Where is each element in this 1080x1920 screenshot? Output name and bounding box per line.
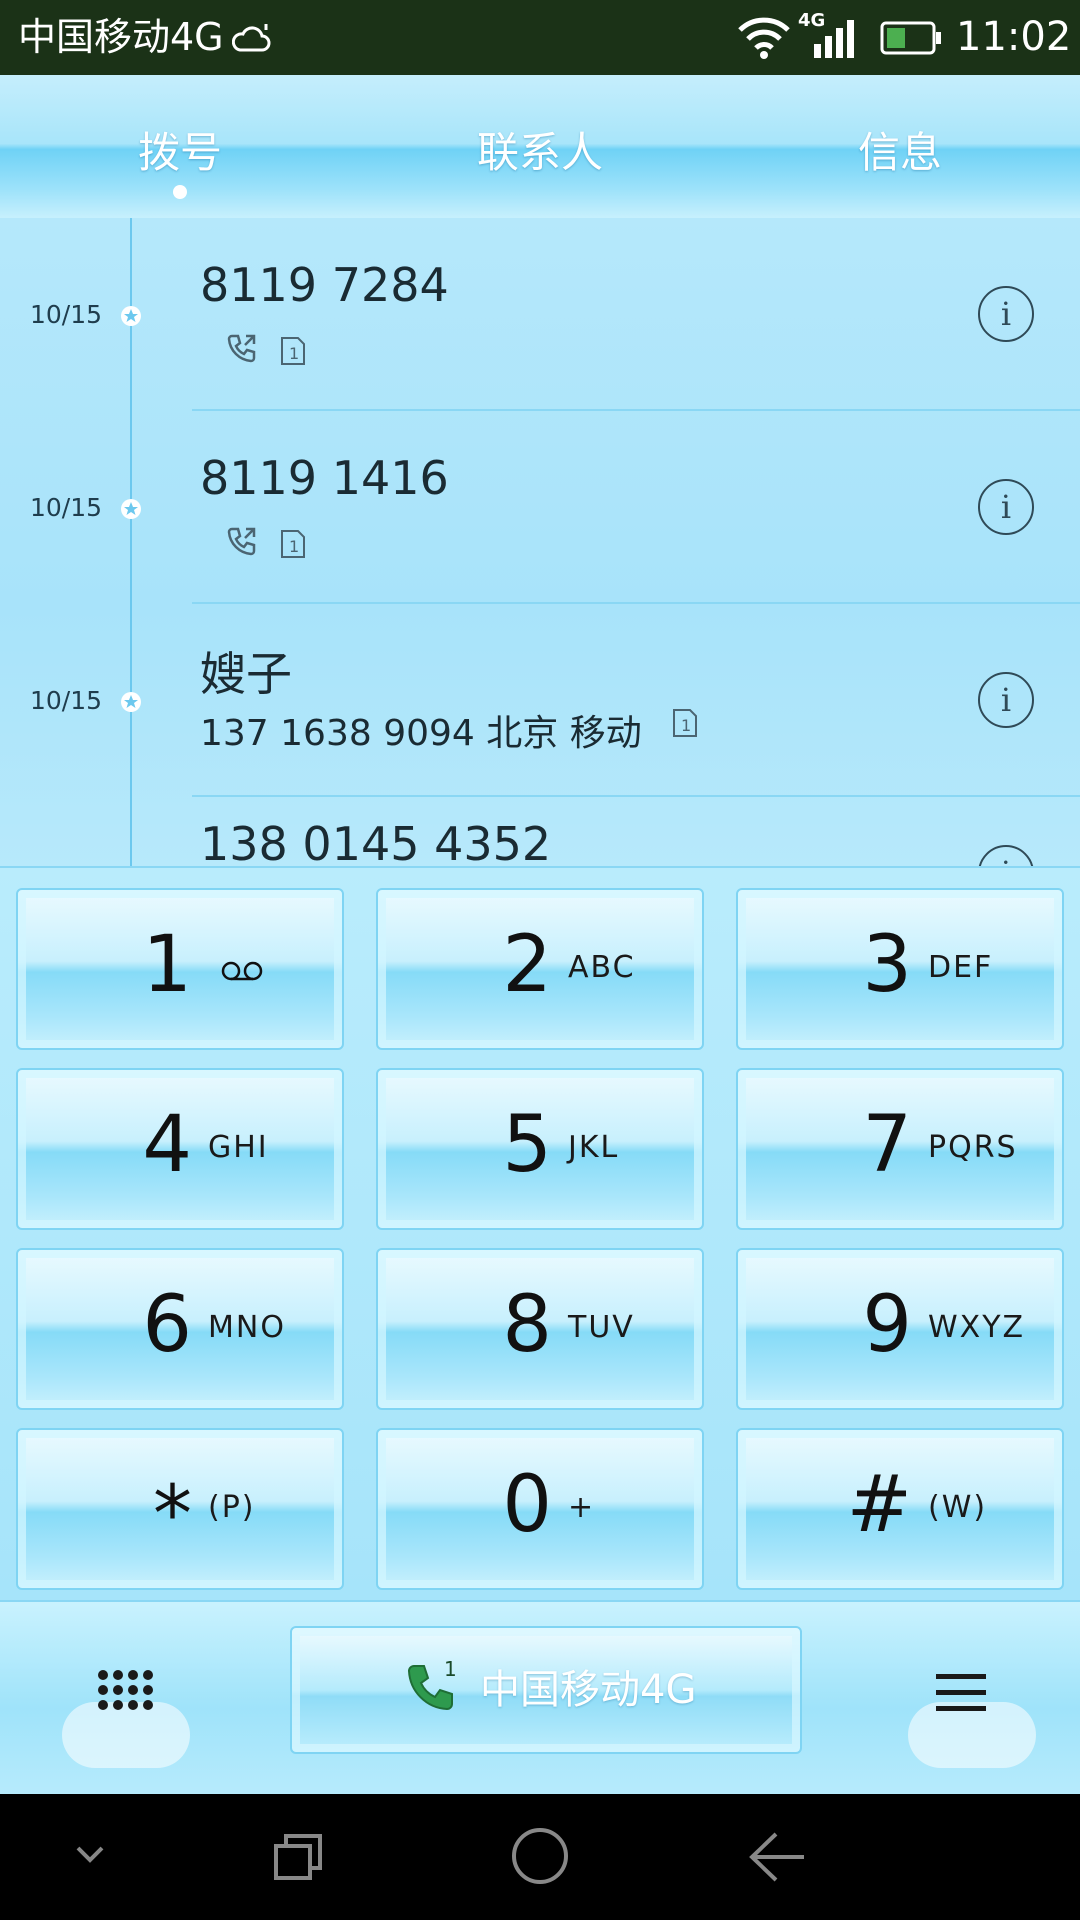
system-navigation-bar [0,1794,1080,1920]
call-date: 10/15 [30,686,103,715]
carrier-label: 中国移动4G [18,15,224,59]
key-digit: 1 [142,920,192,1010]
key-digit: # [846,1460,912,1550]
key-letters: + [568,1490,596,1525]
timeline-star-icon [121,692,141,712]
dial-keypad: 1 2 ABC 3 DEF 4 GHI 5 JKL 7 PQRS 6 MNO 8… [0,866,1080,1602]
key-letters: MNO [208,1310,286,1345]
dialpad-toggle-icon[interactable] [90,1662,160,1732]
key-digit: 7 [862,1100,912,1190]
voicemail-icon [221,961,263,981]
dialer-action-bar: 1 中国移动4G [0,1600,1080,1796]
back-arrow-icon[interactable] [748,1830,808,1884]
outgoing-call-icon [227,334,256,363]
key-7[interactable]: 7 PQRS [736,1068,1064,1230]
tab-messages[interactable]: 信息 [858,119,942,180]
call-log-row[interactable]: 138 0145 4352 i [0,797,1080,866]
call-details-info-button[interactable]: i [978,845,1034,866]
svg-text:1: 1 [681,716,691,735]
key-star[interactable]: * (P) [16,1428,344,1590]
key-8[interactable]: 8 TUV [376,1248,704,1410]
contact-name: 嫂子 [200,647,292,701]
sim-number: 1 [444,1657,457,1681]
key-digit: 3 [862,920,912,1010]
key-0[interactable]: 0 + [376,1428,704,1590]
call-date: 10/15 [30,493,103,522]
call-number: 138 0145 4352 [200,817,552,866]
signal-strength-icon [814,20,854,58]
key-letters: (P) [208,1490,256,1525]
key-4[interactable]: 4 GHI [16,1068,344,1230]
call-log-row[interactable]: 10/15 嫂子 137 1638 9094 北京 移动 1 i [0,604,1080,797]
sim-1-icon: 1 [281,337,305,365]
call-button[interactable]: 1 中国移动4G [290,1626,802,1754]
key-letters: (W) [928,1490,988,1525]
key-letters: WXYZ [928,1310,1026,1345]
tab-bar: 拨号 联系人 信息 [0,75,1080,220]
key-digit: 9 [862,1280,912,1370]
key-letters: TUV [568,1310,635,1345]
timeline-star-icon [121,499,141,519]
key-digit: 6 [142,1280,192,1370]
key-digit: 5 [502,1100,552,1190]
key-2[interactable]: 2 ABC [376,888,704,1050]
call-number: 8119 1416 [200,451,449,505]
selected-tab-indicator [173,185,187,199]
cloud-weather-icon [232,24,271,52]
status-bar: 中国移动4G 4G 11:02 [0,0,1080,75]
outgoing-call-icon [227,527,256,556]
call-log-row[interactable]: 10/15 8119 1416 1 i [0,411,1080,604]
contact-number-location: 137 1638 9094 北京 移动 [200,713,642,754]
home-icon[interactable] [510,1826,570,1886]
key-letters: DEF [928,950,994,985]
hide-keyboard-chevron-icon[interactable] [72,1840,108,1870]
clock: 11:02 [956,14,1072,60]
key-digit: 0 [502,1460,552,1550]
key-5[interactable]: 5 JKL [376,1068,704,1230]
menu-icon[interactable] [934,1670,988,1716]
phone-call-icon: 1 [407,1657,457,1711]
key-1[interactable]: 1 [16,888,344,1050]
tab-contacts[interactable]: 联系人 [477,119,603,180]
call-date: 10/15 [30,300,103,329]
sim-1-icon: 1 [281,530,305,558]
wifi-icon [738,17,790,59]
key-letters: JKL [568,1130,620,1165]
key-letters: GHI [208,1130,269,1165]
svg-text:1: 1 [289,344,299,363]
key-letters: PQRS [928,1130,1018,1165]
call-details-info-button[interactable]: i [978,286,1034,342]
call-log-list[interactable]: 10/15 8119 7284 1 i 10/15 8119 1416 1 i … [0,218,1080,866]
key-digit: 8 [502,1280,552,1370]
sim-1-icon: 1 [673,709,697,737]
key-digit: 4 [142,1100,192,1190]
key-hash[interactable]: # (W) [736,1428,1064,1590]
call-number: 8119 7284 [200,258,449,312]
timeline-star-icon [121,306,141,326]
recent-apps-icon[interactable] [270,1830,330,1884]
tab-dialer[interactable]: 拨号 [138,119,222,180]
key-3[interactable]: 3 DEF [736,888,1064,1050]
key-9[interactable]: 9 WXYZ [736,1248,1064,1410]
call-carrier-label: 中国移动4G [480,1667,697,1713]
key-letters: ABC [568,950,636,985]
key-6[interactable]: 6 MNO [16,1248,344,1410]
key-digit: * [153,1470,192,1560]
battery-icon [880,21,941,55]
call-details-info-button[interactable]: i [978,479,1034,535]
call-log-row[interactable]: 10/15 8119 7284 1 i [0,218,1080,411]
call-details-info-button[interactable]: i [978,672,1034,728]
svg-text:1: 1 [289,537,299,556]
key-digit: 2 [502,920,552,1010]
